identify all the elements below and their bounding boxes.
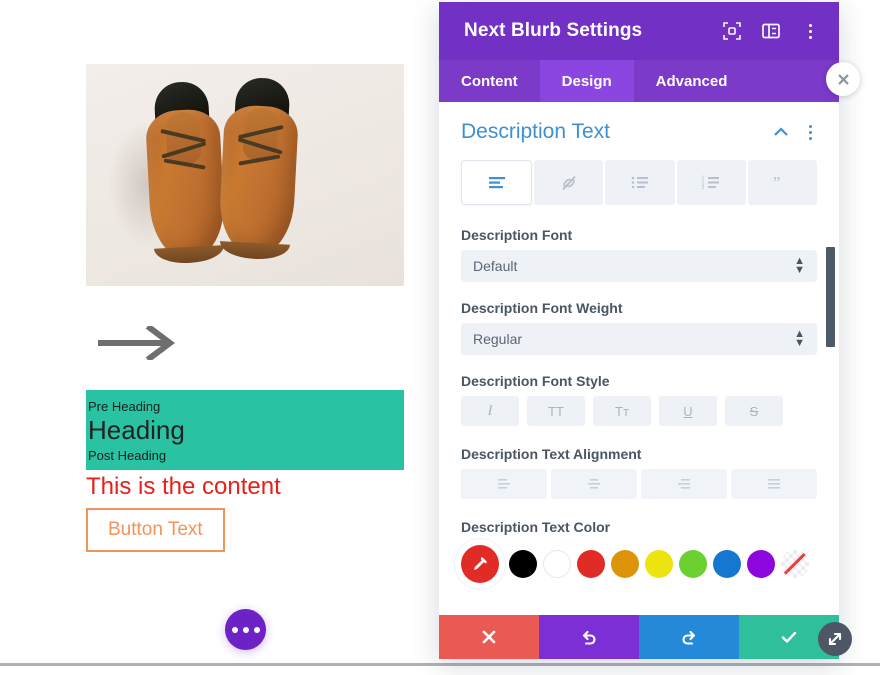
description-font-weight-select[interactable]: Regular ▲ ▼ [461,323,817,355]
swatch-yellow[interactable] [645,550,673,578]
ellipsis-dot [231,626,238,633]
align-center-icon [588,479,600,489]
page-settings-fab[interactable] [225,609,266,650]
resize-modal-handle[interactable] [818,622,852,656]
strikethrough-button[interactable]: S [725,396,783,426]
small-caps-button[interactable]: Tᴛ [593,396,651,426]
align-justify-button[interactable] [731,469,817,499]
align-right-icon [678,479,690,489]
tab-content[interactable]: Content [439,60,540,102]
eyedropper-icon [474,557,487,570]
page-preview-canvas: Pre Heading Heading Post Heading This is… [0,0,440,662]
align-left-icon [498,479,510,489]
align-left-button[interactable] [461,469,547,499]
swatch-black[interactable] [509,550,537,578]
description-font-weight-label: Description Font Weight [461,300,623,316]
blurb-module[interactable]: Pre Heading Heading Post Heading This is… [86,64,404,552]
section-kebab-menu-icon[interactable] [803,124,817,140]
resize-diagonal-icon [828,632,842,646]
swatch-green[interactable] [679,550,707,578]
redo-button[interactable] [639,615,739,659]
ellipsis-dot [253,626,260,633]
swatch-red[interactable] [577,550,605,578]
kebab-menu-icon[interactable] [801,23,819,39]
blurb-content-text: This is the content [86,473,281,500]
modal-header: Next Blurb Settings [439,2,839,60]
section-title: Description Text [461,120,611,143]
description-font-select[interactable]: Default ▲ ▼ [461,250,817,282]
uppercase-button[interactable]: TT [527,396,585,426]
description-font-value: Default [473,258,518,274]
shoe-right-graphic [217,76,300,261]
modal-footer [439,615,839,659]
app-root: Pre Heading Heading Post Heading This is… [0,0,880,675]
spinner-arrows-icon: ▲ ▼ [794,328,805,349]
description-text-alignment-label: Description Text Alignment [461,446,642,462]
module-settings-modal: Next Blurb Settings Content Design Advan… [439,2,839,659]
redo-icon [682,630,696,645]
description-text-color-swatches [461,545,817,583]
link-off-icon-button[interactable] [534,160,604,205]
swatch-purple[interactable] [747,550,775,578]
modal-title: Next Blurb Settings [464,20,643,41]
bulleted-list-icon-button[interactable] [605,160,675,205]
description-format-toolbar: 1 2 3 ” [461,160,818,205]
pre-heading-text: Pre Heading [88,399,161,414]
layout-panel-icon[interactable] [762,22,780,40]
svg-text:3: 3 [702,185,705,190]
undo-icon [582,630,596,645]
description-text-color-label: Description Text Color [461,519,611,535]
description-font-style-options: I TT Tᴛ U S [461,396,817,426]
description-text-section-header: Description Text [461,120,817,144]
blurb-cta-button[interactable]: Button Text [86,508,225,552]
align-center-button[interactable] [551,469,637,499]
blurb-heading-block: Pre Heading Heading Post Heading [86,390,404,470]
chevron-up-icon[interactable] [773,124,789,140]
arrow-right-icon [98,326,175,360]
heading-text: Heading [88,415,185,445]
description-text-alignment-options [461,469,817,499]
swatch-orange[interactable] [611,550,639,578]
align-justify-icon [768,479,780,489]
description-font-label: Description Font [461,227,573,243]
close-module-button[interactable] [826,62,860,96]
post-heading-text: Post Heading [88,448,167,463]
text-align-left-icon [488,177,505,189]
description-font-style-label: Description Font Style [461,373,610,389]
numbered-list-icon: 1 2 3 [702,176,720,190]
text-align-left-icon-button[interactable] [461,160,533,205]
swatch-blue[interactable] [713,550,741,578]
close-circle-icon [837,73,849,85]
tab-design[interactable]: Design [539,60,634,102]
spinner-arrows-icon: ▲ ▼ [794,255,805,276]
numbered-list-icon-button[interactable]: 1 2 3 [676,160,746,205]
description-font-weight-value: Regular [473,331,523,347]
blockquote-icon: ” [773,175,781,191]
blockquote-icon-button[interactable]: ” [747,160,818,205]
align-right-button[interactable] [641,469,727,499]
tab-advanced[interactable]: Advanced [634,60,750,102]
italic-button[interactable]: I [461,396,519,426]
shoe-left-graphic [143,80,227,265]
swatch-transparent[interactable] [781,550,809,578]
swatch-white[interactable] [543,550,571,578]
underline-button[interactable]: U [659,396,717,426]
modal-body: Description Text 1 2 3 ” Description Fon… [439,102,839,615]
svg-text:”: ” [773,175,781,191]
link-off-icon [562,175,576,190]
blurb-image[interactable] [86,64,404,286]
cancel-button[interactable] [439,615,539,659]
settings-scrollbar[interactable] [826,247,835,347]
close-icon [482,630,496,644]
modal-header-actions [723,22,819,40]
undo-button[interactable] [539,615,639,659]
bulleted-list-icon [631,176,648,189]
focus-frame-icon[interactable] [723,22,741,40]
viewport-bottom-divider [0,663,880,666]
ellipsis-dot [242,626,249,633]
color-picker-button[interactable] [461,545,499,583]
blurb-arrow [86,316,404,376]
check-icon [781,631,797,643]
modal-tabs: Content Design Advanced [439,60,839,102]
